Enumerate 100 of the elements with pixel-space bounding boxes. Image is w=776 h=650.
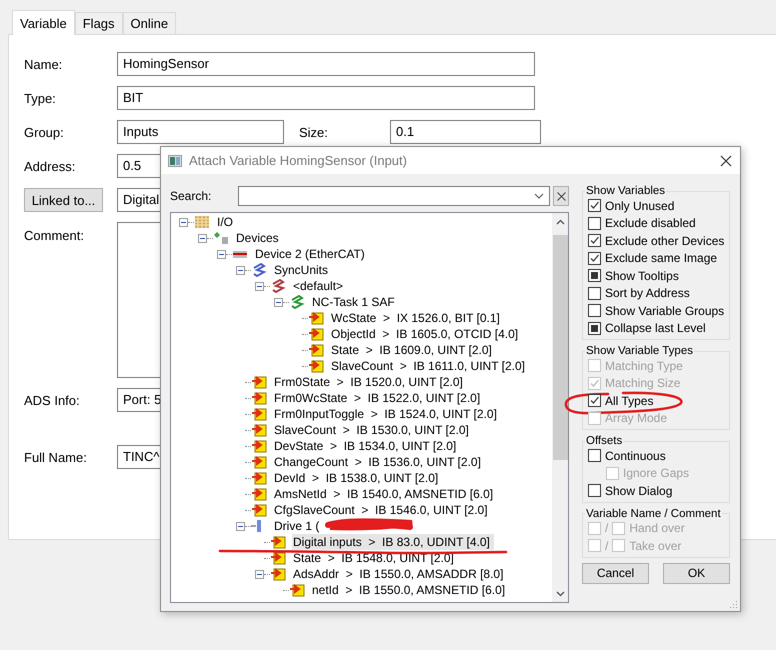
tree-item[interactable]: SyncUnits — [273, 262, 330, 278]
group-title: Show Variable Types — [585, 345, 694, 357]
dialog-button[interactable]: Cancel — [582, 562, 649, 584]
tree-item[interactable]: ChangeCount > IB 1536.0, UINT [2.0] — [273, 454, 482, 470]
arrow-icon — [251, 439, 267, 453]
tab[interactable]: Online — [122, 12, 176, 34]
tree-item[interactable]: ObjectId > IB 1605.0, OTCID [4.0] — [330, 326, 520, 342]
arrow-icon — [270, 567, 286, 581]
resize-grip-icon[interactable] — [728, 599, 738, 609]
arrow-icon — [308, 343, 324, 357]
dialog-button[interactable]: OK — [663, 562, 730, 584]
arrow-icon — [251, 487, 267, 501]
checkbox[interactable] — [588, 234, 601, 248]
group-title: Show Variables — [585, 185, 666, 197]
checkbox-label: Ignore Gaps — [623, 466, 690, 480]
tree-item[interactable]: NC-Task 1 SAF — [311, 294, 396, 310]
collapse-icon[interactable] — [255, 570, 264, 578]
arrow-icon — [251, 375, 267, 389]
tree-item[interactable]: CfgSlaveCount > IB 1546.0, UINT [2.0] — [273, 502, 489, 518]
close-icon[interactable] — [720, 154, 732, 166]
tree-item[interactable]: Frm0InputToggle > IB 1524.0, UINT [2.0] — [273, 406, 498, 422]
tree-item[interactable]: DevState > IB 1534.0, UINT [2.0] — [273, 438, 458, 454]
tree-item[interactable]: netId > IB 1550.0, AMSNETID [6.0] — [311, 582, 506, 598]
checkbox-label: Hand over — [629, 521, 685, 536]
checkbox-label: All Types — [605, 394, 654, 408]
tree-item[interactable]: Drive 1 ( — [273, 518, 320, 534]
checkbox-label: Collapse last Level — [605, 321, 706, 336]
tree-item[interactable]: Device 2 (EtherCAT) — [254, 246, 366, 262]
tree-item[interactable]: Digital inputs > IB 83.0, UDINT [4.0] — [292, 534, 494, 550]
arrow-icon — [308, 327, 324, 341]
scroll-up-icon[interactable] — [556, 219, 564, 225]
field-label: Size: — [299, 124, 329, 140]
tree-item[interactable]: Devices — [235, 230, 280, 246]
input-field[interactable]: 0.1 — [390, 120, 541, 144]
scrollbar-thumb[interactable] — [552, 235, 568, 460]
checkbox[interactable] — [588, 322, 601, 335]
input-field[interactable]: HomingSensor — [117, 52, 535, 76]
arrow-icon — [270, 551, 286, 565]
collapse-icon[interactable] — [255, 282, 264, 290]
checkbox-label: Continuous — [605, 448, 666, 463]
arrow-icon — [251, 455, 267, 469]
arrow-icon — [251, 503, 267, 517]
search-field[interactable] — [238, 186, 550, 206]
checkbox[interactable] — [588, 449, 601, 462]
checkbox-label: Array Mode — [605, 411, 668, 426]
input-field[interactable]: BIT — [117, 86, 535, 110]
tree-item[interactable]: DevId > IB 1538.0, UINT [2.0] — [273, 470, 440, 486]
separator-text: / — [605, 538, 608, 553]
checkbox-label: Take over — [629, 538, 682, 553]
checkbox-label: Show Dialog — [605, 484, 672, 498]
scrollbar[interactable] — [552, 213, 568, 602]
checkbox-label: Matching Type — [605, 358, 683, 373]
tree-item[interactable]: Frm0WcState > IB 1522.0, UINT [2.0] — [273, 390, 482, 406]
clear-button[interactable] — [553, 186, 569, 206]
tree-item[interactable]: SlaveCount > IB 1530.0, UINT [2.0] — [273, 422, 470, 438]
field-label: Group: — [24, 124, 65, 140]
tree-item[interactable]: I/O — [216, 214, 234, 230]
search-label: Search: — [170, 189, 212, 203]
scroll-down-icon[interactable] — [556, 591, 564, 597]
collapse-icon[interactable] — [236, 266, 245, 274]
collapse-icon[interactable] — [236, 522, 245, 530]
checkbox-label: Exclude disabled — [605, 216, 696, 230]
tab[interactable]: Variable — [12, 10, 75, 35]
tab[interactable]: Flags — [74, 12, 123, 34]
arrow-icon — [251, 423, 267, 437]
close-icon — [556, 192, 566, 200]
tree-item[interactable]: WcState > IX 1526.0, BIT [0.1] — [330, 310, 501, 326]
field-label: Name: — [24, 56, 64, 72]
arrow-icon — [308, 359, 324, 373]
separator-text: / — [605, 521, 608, 536]
checkbox[interactable] — [588, 304, 601, 318]
group-title: Offsets — [585, 435, 624, 447]
collapse-icon[interactable] — [198, 234, 207, 242]
collapse-icon[interactable] — [274, 298, 283, 306]
tree-item[interactable]: AdsAddr > IB 1550.0, AMSADDR [8.0] — [292, 566, 504, 582]
collapse-icon[interactable] — [179, 218, 188, 226]
tree-item[interactable]: AmsNetId > IB 1540.0, AMSNETID [6.0] — [273, 486, 494, 502]
dropdown-icon[interactable] — [534, 193, 544, 199]
arrow-icon — [270, 535, 286, 549]
arrow-icon — [251, 471, 267, 485]
checkbox[interactable] — [588, 394, 601, 408]
checkbox[interactable] — [588, 252, 601, 265]
checkbox-label: Only Unused — [605, 198, 674, 213]
input-field[interactable]: Inputs — [117, 120, 284, 144]
checkbox[interactable] — [588, 269, 601, 282]
field-label: Full Name: — [24, 450, 88, 464]
tree-item[interactable]: SlaveCount > IB 1611.0, UINT [2.0] — [330, 358, 526, 374]
checkbox[interactable] — [588, 484, 601, 498]
field-label: Comment: — [24, 228, 85, 243]
tree-item[interactable]: <default> — [292, 278, 344, 294]
checkbox-label: Show Variable Groups — [605, 304, 724, 318]
checkbox[interactable] — [588, 199, 601, 212]
tree-item[interactable]: State > IB 1609.0, UINT [2.0] — [330, 342, 493, 358]
field-label: ADS Info: — [24, 392, 81, 408]
checkbox[interactable] — [588, 286, 601, 300]
tree-item[interactable]: Frm0State > IB 1520.0, UINT [2.0] — [273, 374, 464, 390]
group-title: Variable Name / Comment — [585, 508, 722, 520]
collapse-icon[interactable] — [217, 250, 226, 258]
linked-to-button[interactable]: Linked to... — [24, 188, 103, 212]
checkbox[interactable] — [588, 216, 601, 230]
